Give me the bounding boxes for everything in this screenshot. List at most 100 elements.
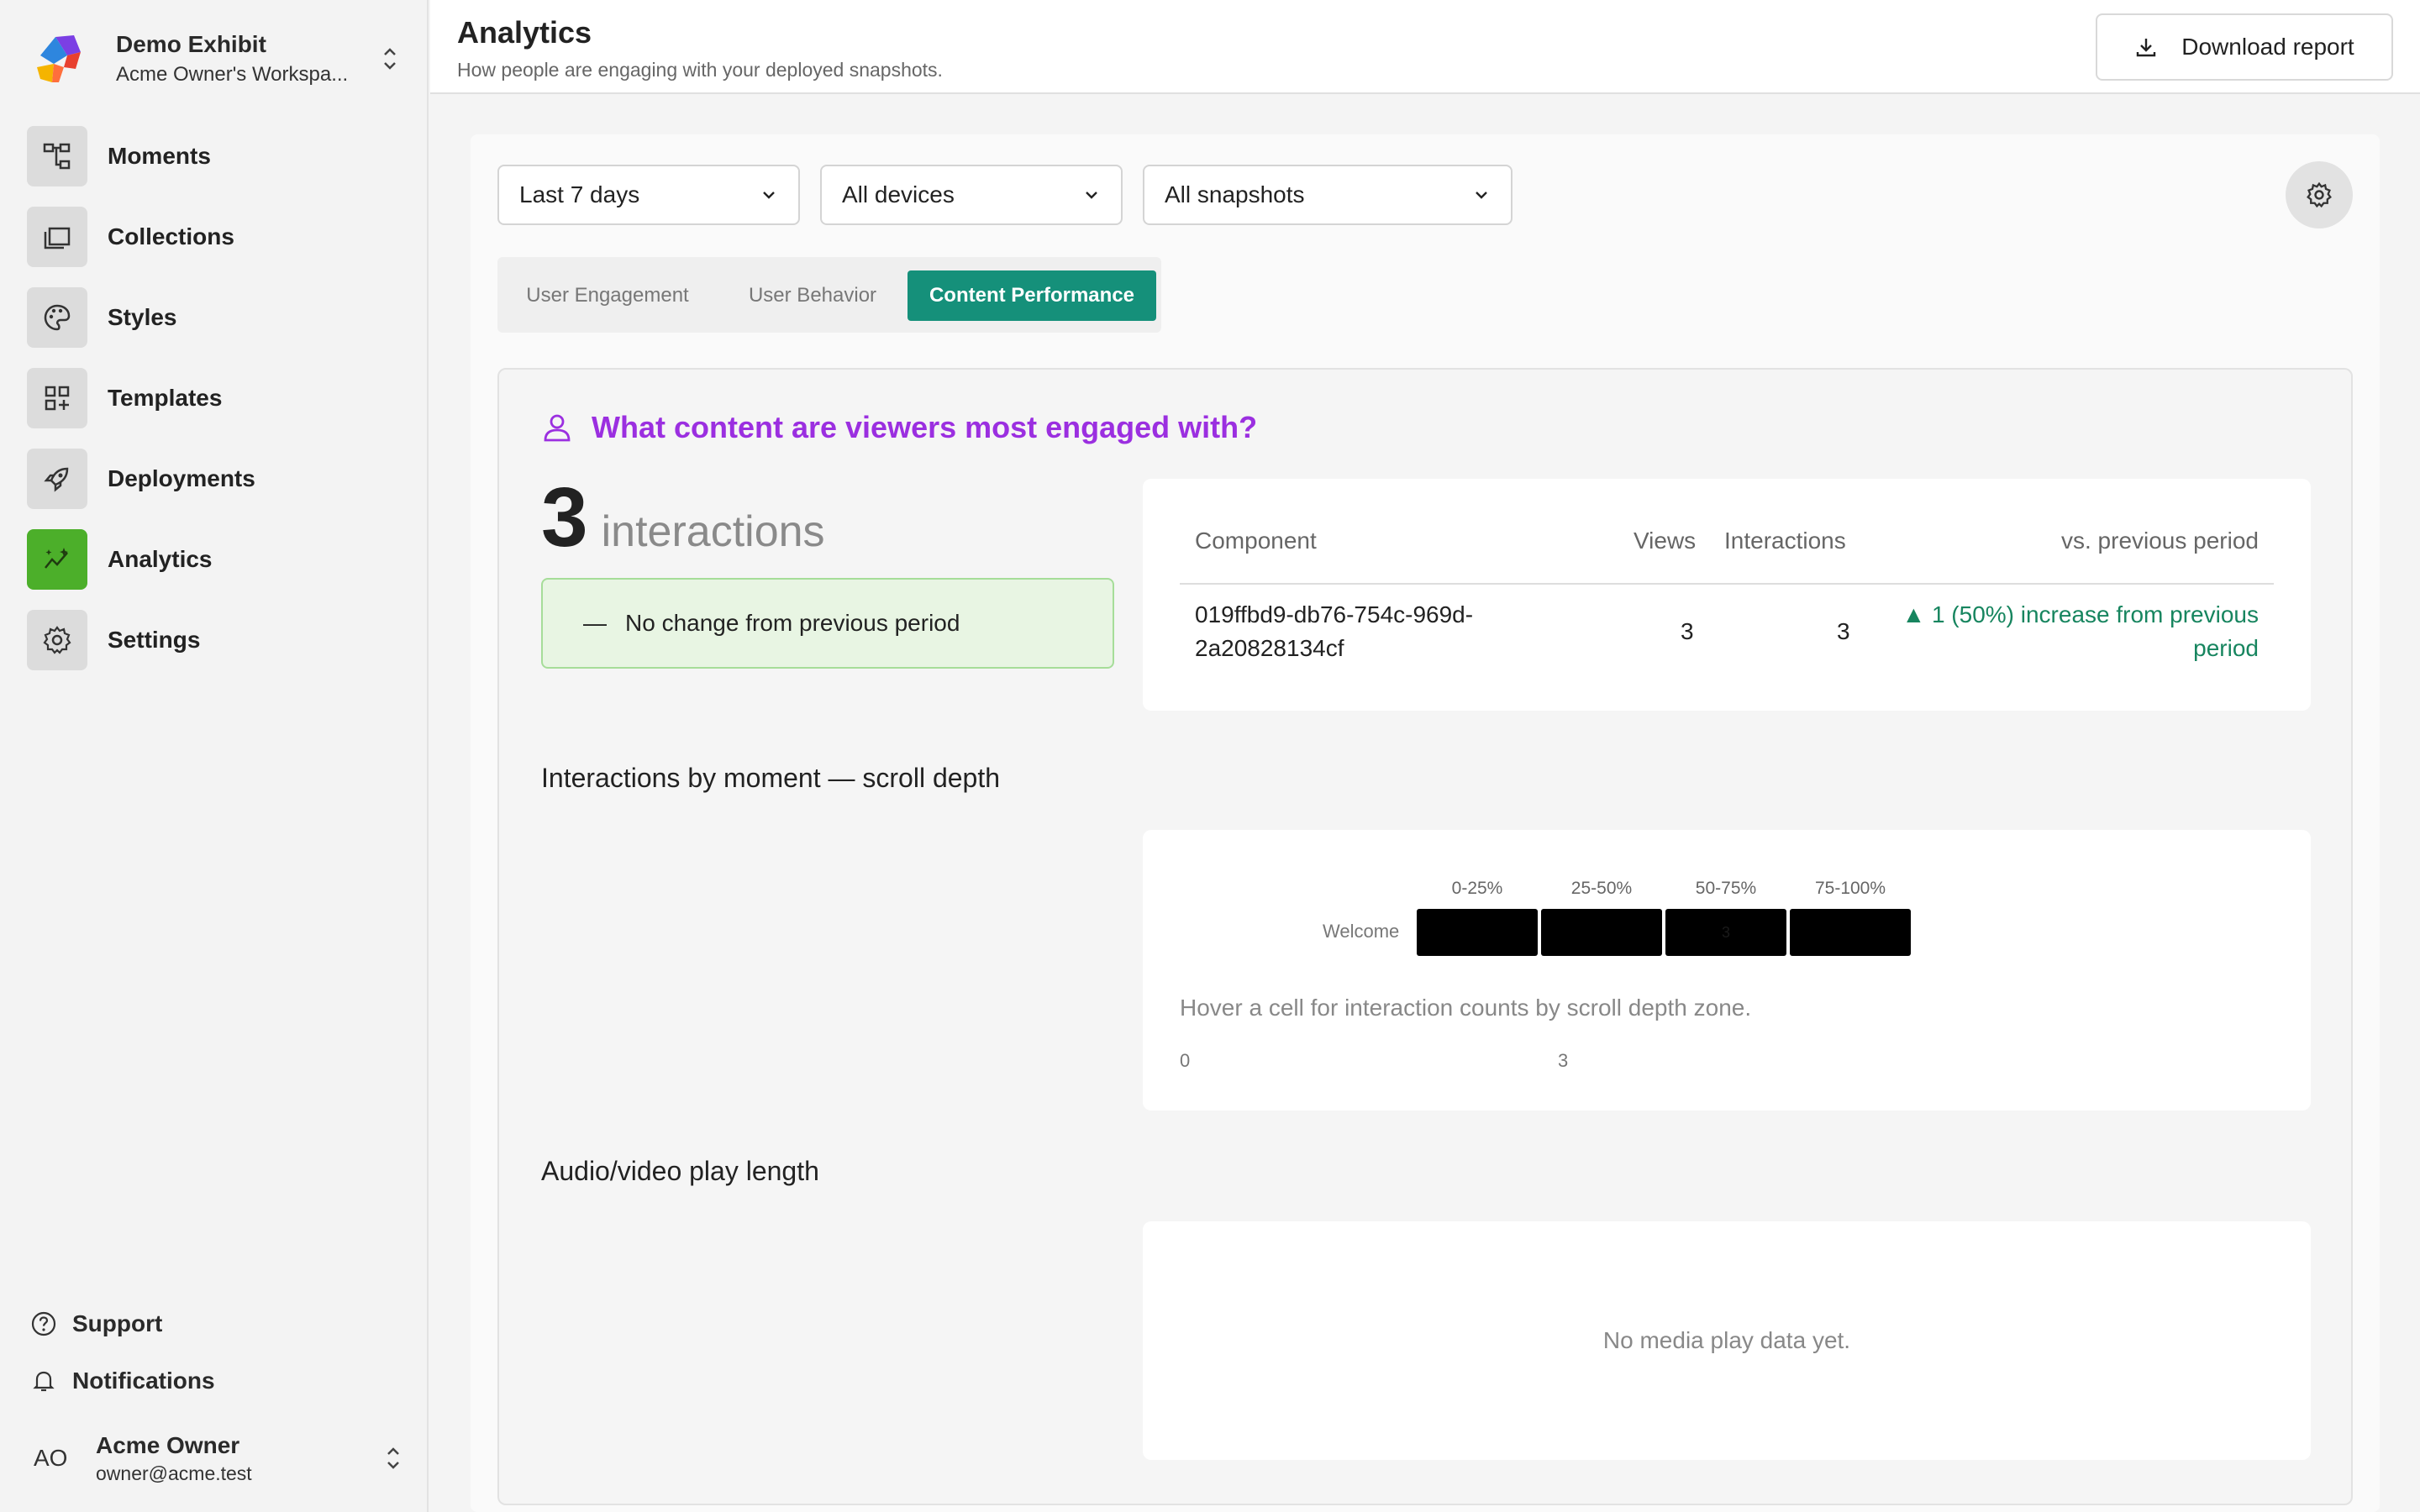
rocket-icon bbox=[27, 449, 87, 509]
gear-icon bbox=[2307, 181, 2332, 208]
bell-icon bbox=[33, 1371, 55, 1392]
workspace-owner: Acme Owner's Workspa... bbox=[116, 63, 349, 86]
total-interactions: 3 interactions bbox=[541, 475, 825, 559]
download-icon bbox=[2137, 39, 2156, 57]
change-badge: — No change from previous period bbox=[541, 578, 1114, 669]
table-divider bbox=[1180, 583, 2274, 585]
heatmap-title: Interactions by moment — scroll depth bbox=[541, 763, 1001, 793]
nav-label-templates: Templates bbox=[108, 385, 223, 411]
media-title: Audio/video play length bbox=[541, 1156, 819, 1186]
nav-item-analytics[interactable]: Analytics bbox=[27, 529, 405, 590]
workspace-name: Demo Exhibit bbox=[116, 31, 266, 57]
component-table: Component Views Interactions vs. previou… bbox=[1143, 479, 2311, 711]
zone-label: 75-100% bbox=[1814, 879, 1886, 898]
heatmap-cell[interactable] bbox=[1417, 909, 1538, 956]
nav-item-moments[interactable]: Moments bbox=[27, 126, 405, 186]
notifications-link[interactable]: Notifications bbox=[30, 1364, 215, 1398]
nav-item-templates[interactable]: Templates bbox=[27, 368, 405, 428]
app-logo bbox=[30, 30, 87, 87]
help-circle-icon bbox=[31, 1311, 56, 1336]
row-vs-previous: ▲ 1 (50%) increase from previous period bbox=[1902, 598, 2259, 665]
snapshots-select[interactable]: All snapshots bbox=[1143, 165, 1512, 225]
moment-label: Welcome bbox=[1323, 921, 1400, 942]
total-interactions-label: interactions bbox=[601, 507, 825, 556]
nav-label-settings: Settings bbox=[108, 627, 201, 653]
workspace-switcher[interactable]: Demo Exhibit Acme Owner's Workspa... bbox=[30, 18, 400, 99]
nav-item-styles[interactable]: Styles bbox=[27, 287, 405, 348]
card-question: What content are viewers most engaged wi… bbox=[541, 410, 1257, 445]
page-header: Analytics How people are engaging with y… bbox=[430, 0, 2420, 94]
chevron-up-down-icon bbox=[384, 48, 396, 70]
analytics-panel: Last 7 days All devices All snapshots Us… bbox=[471, 134, 2380, 1512]
hierarchy-icon bbox=[27, 126, 87, 186]
row-views: 3 bbox=[1681, 618, 1694, 644]
scale-min: 0 bbox=[1180, 1050, 1191, 1071]
tab-content-performance[interactable]: Content Performance bbox=[908, 270, 1156, 321]
notifications-label: Notifications bbox=[72, 1368, 215, 1394]
devices-select[interactable]: All devices bbox=[820, 165, 1123, 225]
user-email: owner@acme.test bbox=[96, 1462, 252, 1484]
support-link[interactable]: Support bbox=[30, 1307, 215, 1341]
nav-label-styles: Styles bbox=[108, 304, 177, 330]
no-change-dash: — bbox=[583, 610, 607, 636]
nav-item-collections[interactable]: Collections bbox=[27, 207, 405, 267]
nav-item-settings[interactable]: Settings bbox=[27, 610, 405, 670]
tab-user-behavior[interactable]: User Behavior bbox=[718, 270, 908, 321]
snapshots-value: All snapshots bbox=[1165, 181, 1305, 207]
folders-icon bbox=[27, 207, 87, 267]
media-play-panel: No media play data yet. bbox=[1143, 1221, 2311, 1460]
date-range-value: Last 7 days bbox=[519, 181, 640, 207]
analytics-tabs: User Engagement User Behavior Content Pe… bbox=[497, 257, 1161, 333]
nav-item-deployments[interactable]: Deployments bbox=[27, 449, 405, 509]
sparkle-chart-icon bbox=[27, 529, 87, 590]
media-empty-state: No media play data yet. bbox=[1602, 1327, 1851, 1353]
nav-label-analytics: Analytics bbox=[108, 546, 213, 572]
zone-label: 25-50% bbox=[1570, 879, 1633, 898]
analytics-settings-button[interactable] bbox=[2286, 161, 2353, 228]
zone-label: 0-25% bbox=[1451, 879, 1503, 898]
heatmap-cell[interactable]: 3 bbox=[1665, 909, 1786, 956]
user-menu[interactable]: AO Acme Owner owner@acme.test bbox=[34, 1425, 403, 1492]
vs-previous-line-2: period bbox=[2193, 635, 2259, 661]
scale-max: 3 bbox=[1558, 1050, 1569, 1071]
row-interactions: 3 bbox=[1837, 618, 1850, 644]
nav-label-collections: Collections bbox=[108, 223, 234, 249]
col-header-component: Component bbox=[1195, 528, 1317, 554]
chevron-up-down-icon bbox=[387, 1447, 399, 1469]
support-label: Support bbox=[72, 1310, 163, 1336]
card-question-text: What content are viewers most engaged wi… bbox=[592, 410, 1258, 444]
devices-value: All devices bbox=[842, 181, 955, 207]
heatmap-hint: Hover a cell for interaction counts by s… bbox=[1180, 995, 1752, 1021]
vs-previous-line-1: ▲ 1 (50%) increase from previous bbox=[1902, 601, 2259, 627]
col-header-views: Views bbox=[1634, 528, 1697, 554]
main-nav: Moments Collections Styles Templates Dep… bbox=[27, 126, 405, 690]
palette-icon bbox=[27, 287, 87, 348]
heatmap-cell[interactable] bbox=[1541, 909, 1662, 956]
user-name: Acme Owner bbox=[96, 1431, 240, 1458]
nav-label-deployments: Deployments bbox=[108, 465, 255, 491]
download-report-label: Download report bbox=[2181, 34, 2354, 60]
page-title: Analytics bbox=[457, 15, 592, 50]
sidebar: Demo Exhibit Acme Owner's Workspa... Mom… bbox=[0, 0, 429, 1512]
grid-plus-icon bbox=[27, 368, 87, 428]
avatar: AO bbox=[34, 1445, 68, 1471]
date-range-select[interactable]: Last 7 days bbox=[497, 165, 800, 225]
row-component-id: 019ffbd9-db76-754c-969d- 2a20828134cf bbox=[1195, 598, 1473, 665]
chevron-down-icon bbox=[1086, 192, 1097, 199]
nav-label-moments: Moments bbox=[108, 143, 211, 169]
col-header-interactions: Interactions bbox=[1724, 528, 1846, 554]
gear-icon bbox=[27, 610, 87, 670]
heatmap-cell[interactable] bbox=[1790, 909, 1911, 956]
col-header-vs-previous: vs. previous period bbox=[2060, 528, 2259, 554]
user-icon bbox=[544, 414, 571, 442]
page-subtitle: How people are engaging with your deploy… bbox=[457, 59, 943, 81]
total-interactions-value: 3 bbox=[541, 470, 588, 564]
download-report-button[interactable]: Download report bbox=[2096, 13, 2393, 81]
chevron-down-icon bbox=[1476, 192, 1487, 199]
change-text: No change from previous period bbox=[625, 610, 960, 636]
component-id-line-2: 2a20828134cf bbox=[1195, 635, 1344, 661]
tab-user-engagement[interactable]: User Engagement bbox=[497, 270, 718, 321]
zone-label: 50-75% bbox=[1695, 879, 1757, 898]
content-performance-card: What content are viewers most engaged wi… bbox=[497, 368, 2353, 1505]
component-id-line-1: 019ffbd9-db76-754c-969d- bbox=[1195, 601, 1474, 627]
